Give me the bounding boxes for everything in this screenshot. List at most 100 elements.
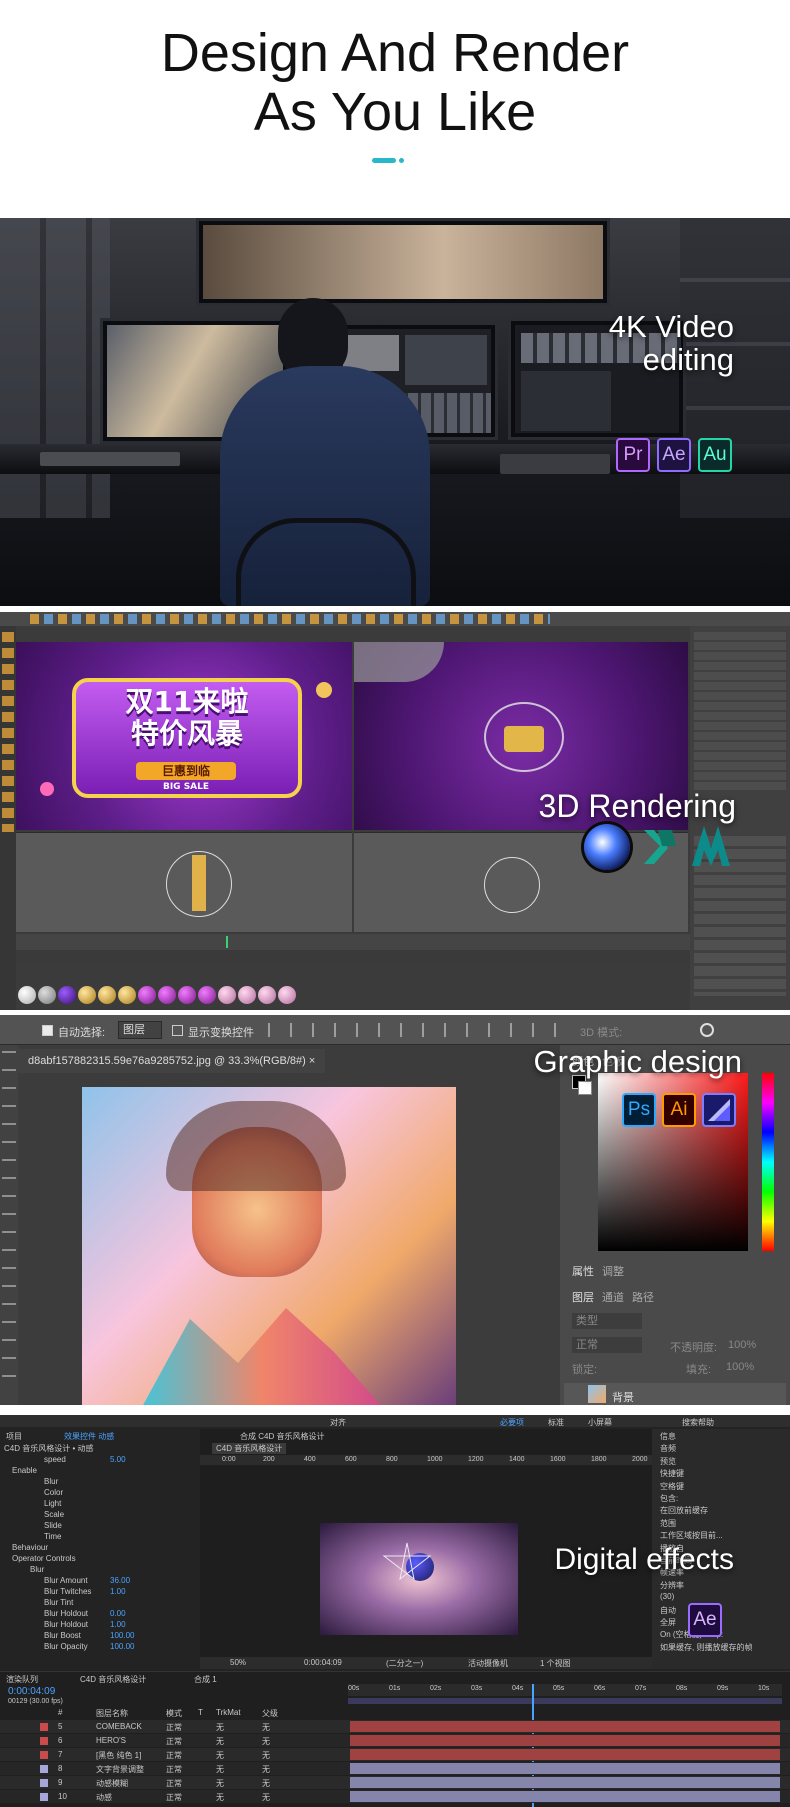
layer-parent[interactable]: 无 [262, 1750, 270, 1761]
zoom-level[interactable]: 50% [230, 1658, 246, 1667]
ae-search-help[interactable]: 搜索帮助 [682, 1417, 714, 1428]
auto-select-checkbox[interactable] [42, 1025, 53, 1036]
property-value[interactable]: 36.00 [110, 1576, 130, 1585]
timeline-comp-tab[interactable]: C4D 音乐风格设计 [80, 1674, 146, 1685]
hue-slider[interactable] [762, 1073, 774, 1251]
properties-tab[interactable]: 属性 [572, 1263, 594, 1279]
opacity-value[interactable]: 100% [728, 1339, 756, 1351]
blend-mode-select[interactable]: 正常 [572, 1337, 642, 1353]
object-list[interactable] [694, 632, 786, 792]
preview-option[interactable]: 在回放前缓存 [660, 1505, 708, 1516]
c4d-timeline[interactable] [16, 934, 690, 950]
camera-select[interactable]: 活动摄像机 [468, 1658, 508, 1669]
align-icons[interactable] [268, 1023, 558, 1037]
layer-duration-bar[interactable] [350, 1749, 780, 1760]
layer-row[interactable]: 背景 [564, 1383, 786, 1405]
layer-mode[interactable]: 正常 [166, 1736, 182, 1747]
label-color-swatch[interactable] [40, 1765, 48, 1773]
adjustments-tab[interactable]: 调整 [602, 1263, 624, 1279]
preview-option[interactable]: 工作区域按目前... [660, 1530, 723, 1541]
layer-mode[interactable]: 正常 [166, 1764, 182, 1775]
channels-tab[interactable]: 通道 [602, 1289, 624, 1305]
viewport-front[interactable] [354, 832, 688, 932]
ae-workspace-standard[interactable]: 标准 [548, 1417, 564, 1428]
fill-value[interactable]: 100% [726, 1361, 754, 1373]
layer-parent[interactable]: 无 [262, 1736, 270, 1747]
timeline-playhead[interactable] [226, 936, 228, 948]
layer-parent[interactable]: 无 [262, 1722, 270, 1733]
preview-option[interactable]: 全屏 [660, 1617, 676, 1628]
table-row[interactable]: 8 文字背景调整 正常 无 无 [0, 1762, 790, 1775]
preview-option[interactable]: 范围 [660, 1518, 676, 1529]
layers-tab[interactable]: 图层 [572, 1289, 594, 1305]
table-row[interactable]: 7 [黑色 纯色 1] 正常 无 无 [0, 1748, 790, 1761]
transform-controls-checkbox[interactable] [172, 1025, 183, 1036]
timeline-timecode[interactable]: 0:00:04:09 [8, 1686, 55, 1697]
property-value[interactable]: 0.00 [110, 1609, 126, 1618]
layer-trkmat[interactable]: 无 [216, 1722, 224, 1733]
layer-duration-bar[interactable] [350, 1777, 780, 1788]
ps-tool-icons[interactable] [2, 1051, 16, 1381]
layer-duration-bar[interactable] [350, 1791, 780, 1802]
layer-mode[interactable]: 正常 [166, 1792, 182, 1803]
paths-tab[interactable]: 路径 [632, 1289, 654, 1305]
table-row[interactable]: 6 HERO'S 正常 无 无 [0, 1734, 790, 1747]
canvas-artwork[interactable] [82, 1087, 456, 1405]
preview-option[interactable]: 分辨率 [660, 1580, 684, 1591]
table-row[interactable]: 10 动感 正常 无 无 [0, 1790, 790, 1803]
preview-option[interactable]: 包含: [660, 1493, 678, 1504]
layer-trkmat[interactable]: 无 [216, 1750, 224, 1761]
label-color-swatch[interactable] [40, 1737, 48, 1745]
comp-preview[interactable] [320, 1523, 518, 1635]
render-queue-tab[interactable]: 渲染队列 [6, 1674, 38, 1685]
layer-parent[interactable]: 无 [262, 1792, 270, 1803]
viewport-perspective[interactable]: 双11来啦 特价风暴 巨惠到临 BIG SALE [16, 642, 352, 830]
effect-controls-tab[interactable]: 效果控件 动感 [64, 1431, 114, 1442]
comp-tab[interactable]: 合成 C4D 音乐风格设计 [240, 1431, 324, 1442]
layer-mode[interactable]: 正常 [166, 1722, 182, 1733]
label-color-swatch[interactable] [40, 1751, 48, 1759]
preview-option[interactable]: 空格键 [660, 1481, 684, 1492]
work-area-bar[interactable] [348, 1698, 782, 1704]
background-color[interactable] [578, 1081, 592, 1095]
view-count-select[interactable]: 1 个视图 [540, 1658, 571, 1669]
layer-trkmat[interactable]: 无 [216, 1736, 224, 1747]
timeline-comp1-tab[interactable]: 合成 1 [194, 1674, 217, 1685]
layer-trkmat[interactable]: 无 [216, 1792, 224, 1803]
layer-duration-bar[interactable] [350, 1735, 780, 1746]
label-color-swatch[interactable] [40, 1779, 48, 1787]
search-icon[interactable] [700, 1023, 714, 1037]
layer-name[interactable]: 动感模糊 [96, 1778, 128, 1789]
layer-trkmat[interactable]: 无 [216, 1778, 224, 1789]
property-value[interactable]: 100.00 [110, 1631, 134, 1640]
label-color-swatch[interactable] [40, 1723, 48, 1731]
layer-name[interactable]: [黑色 纯色 1] [96, 1750, 141, 1761]
layer-duration-bar[interactable] [350, 1721, 780, 1732]
layer-select[interactable]: 图层 [118, 1021, 162, 1039]
layer-mode[interactable]: 正常 [166, 1750, 182, 1761]
ae-menu-align[interactable]: 对齐 [330, 1417, 346, 1428]
property-value[interactable]: 1.00 [110, 1587, 126, 1596]
document-tab[interactable]: d8abf157882315.59e76a9285752.jpg @ 33.3%… [18, 1049, 326, 1073]
layer-trkmat[interactable]: 无 [216, 1764, 224, 1775]
property-value[interactable]: 1.00 [110, 1620, 126, 1629]
project-tab[interactable]: 项目 [6, 1431, 22, 1442]
comp-timecode[interactable]: 0:00:04:09 [304, 1658, 342, 1667]
table-row[interactable]: 5 COMEBACK 正常 无 无 [0, 1720, 790, 1733]
ae-workspace-essentials[interactable]: 必要项 [500, 1417, 524, 1428]
layer-duration-bar[interactable] [350, 1763, 780, 1774]
layer-mode[interactable]: 正常 [166, 1778, 182, 1789]
c4d-left-tool-icons[interactable] [2, 632, 14, 832]
ae-workspace-small[interactable]: 小屏幕 [588, 1417, 612, 1428]
label-color-swatch[interactable] [40, 1793, 48, 1801]
layer-name[interactable]: HERO'S [96, 1736, 126, 1745]
preview-option[interactable]: 快捷键 [660, 1468, 684, 1479]
resolution-select[interactable]: (二分之一) [386, 1658, 423, 1669]
layer-parent[interactable]: 无 [262, 1764, 270, 1775]
property-value[interactable]: 5.00 [110, 1455, 126, 1464]
layer-parent[interactable]: 无 [262, 1778, 270, 1789]
preview-option[interactable]: 如果缓存, 则播放缓存的帧 [660, 1642, 752, 1653]
comp-breadcrumb[interactable]: C4D 音乐风格设计 [212, 1443, 287, 1454]
property-value[interactable]: 100.00 [110, 1642, 134, 1651]
layer-name[interactable]: 动感 [96, 1792, 112, 1803]
